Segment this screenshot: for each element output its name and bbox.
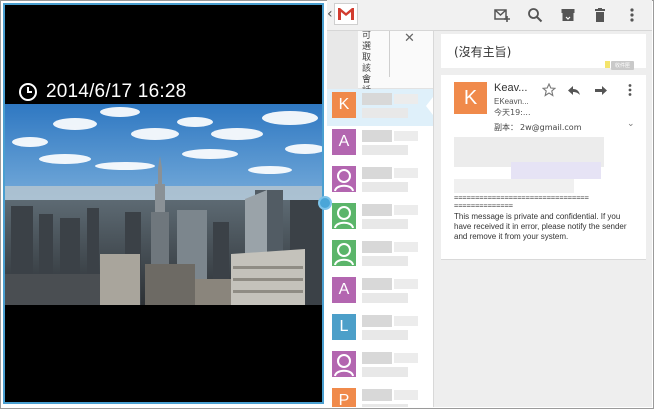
conversation-row[interactable] (327, 163, 433, 200)
redacted-preview-text (362, 278, 392, 290)
conversation-avatar[interactable] (332, 203, 356, 229)
tip-line: 取該 (362, 53, 372, 74)
redacted-preview-text (362, 108, 408, 118)
redacted-preview-text (362, 182, 408, 192)
person-icon (334, 243, 354, 266)
separator-line: ================================ (454, 194, 589, 202)
redacted-preview-text (394, 94, 418, 104)
redacted-preview-text (362, 352, 392, 364)
reply-icon[interactable] (567, 83, 581, 97)
tip-strip (327, 31, 358, 89)
photo-timestamp-row: 2014/6/17 16:28 (18, 81, 186, 103)
importance-marker (605, 61, 610, 68)
overflow-menu-icon[interactable] (624, 7, 640, 23)
conversation-row[interactable]: P (327, 385, 433, 407)
photo-viewer-pane[interactable]: 2014/6/17 16:28 (3, 3, 324, 404)
conversation-row[interactable] (327, 200, 433, 237)
conversation-row[interactable]: A (327, 126, 433, 163)
person-icon (334, 206, 354, 229)
cc-label: 副本： (494, 123, 518, 132)
star-icon[interactable] (542, 83, 556, 97)
cc-line: 副本： 2w@gmail.com (494, 122, 581, 133)
redacted-preview-text (362, 367, 408, 377)
redacted-preview-text (394, 353, 418, 363)
compose-icon[interactable] (494, 7, 510, 23)
redacted-body-text (511, 162, 601, 179)
forward-icon[interactable] (594, 83, 608, 97)
sender-name: Keav... (494, 82, 528, 94)
selected-indicator (426, 97, 433, 115)
chevron-left-icon[interactable]: ‹ (327, 6, 333, 22)
redacted-preview-text (362, 167, 392, 179)
conversation-row[interactable]: K (327, 89, 433, 126)
redacted-preview-text (362, 293, 408, 303)
redacted-preview-text (394, 316, 418, 326)
disclaimer-text: This message is private and confidential… (454, 212, 627, 241)
redacted-preview-text (394, 168, 418, 178)
conversation-avatar[interactable]: A (332, 129, 356, 155)
sender-email: EKeavn... (494, 97, 529, 106)
redacted-preview-text (362, 93, 392, 105)
redacted-preview-text (362, 256, 408, 266)
message-subject: (沒有主旨) (454, 45, 512, 59)
split-view-handle[interactable] (318, 196, 332, 210)
conversation-row[interactable] (327, 237, 433, 274)
redacted-preview-text (362, 389, 392, 401)
person-icon (334, 354, 354, 377)
conversation-avatar[interactable]: A (332, 277, 356, 303)
conversation-avatar[interactable]: P (332, 388, 356, 407)
conversation-row[interactable]: A (327, 274, 433, 311)
gmail-logo-icon[interactable] (334, 3, 358, 25)
subject-card: (沒有主旨) 收件匣 (441, 34, 646, 70)
conversation-avatar[interactable] (332, 166, 356, 192)
conversation-row[interactable] (327, 348, 433, 385)
conversation-avatar[interactable]: L (332, 314, 356, 340)
photo-timestamp: 2014/6/17 16:28 (46, 81, 187, 102)
close-icon[interactable]: ✕ (404, 31, 415, 46)
message-overflow-icon[interactable] (623, 83, 637, 97)
archive-icon[interactable] (560, 7, 576, 23)
redacted-preview-text (362, 219, 408, 229)
redacted-preview-text (394, 242, 418, 252)
message-card: K Keav... EKeavn... 今天19:... 副本： 2w@gmai… (441, 75, 646, 260)
redacted-preview-text (362, 315, 392, 327)
sent-time: 今天19:... (494, 108, 531, 117)
chevron-down-icon[interactable]: ⌄ (627, 119, 635, 129)
search-icon[interactable] (527, 7, 543, 23)
conversation-avatar[interactable] (332, 351, 356, 377)
redacted-preview-text (394, 205, 418, 215)
conversation-list[interactable]: 可選 取該 會話 群 組。 ✕ KAALP (327, 31, 433, 407)
conversation-avatar[interactable]: K (332, 92, 356, 118)
conversation-row[interactable]: L (327, 311, 433, 348)
conversation-avatar[interactable] (332, 240, 356, 266)
divider (389, 31, 390, 77)
redacted-body-text (454, 179, 574, 193)
redacted-preview-text (394, 131, 418, 141)
cc-value: 2w@gmail.com (520, 123, 582, 132)
redacted-preview-text (362, 130, 392, 142)
redacted-preview-text (362, 330, 408, 340)
city-skyline-photo[interactable] (5, 104, 322, 305)
inbox-label-chip[interactable]: 收件匣 (611, 61, 635, 70)
redacted-preview-text (362, 404, 408, 407)
clock-icon (18, 82, 38, 102)
redacted-preview-text (362, 241, 392, 253)
person-icon (334, 169, 354, 192)
message-pane: (沒有主旨) 收件匣 K Keav... EKeavn... 今天19:... (433, 31, 652, 407)
separator-line: ============== (454, 202, 514, 210)
gmail-action-bar: ‹ (327, 0, 652, 31)
redacted-preview-text (394, 390, 418, 400)
delete-icon[interactable] (592, 7, 608, 23)
tip-line: 可選 (362, 31, 372, 52)
redacted-preview-text (362, 204, 392, 216)
redacted-preview-text (362, 145, 408, 155)
redacted-preview-text (394, 279, 418, 289)
selection-tip-card: 可選 取該 會話 群 組。 ✕ (327, 31, 433, 118)
sender-avatar[interactable]: K (454, 82, 487, 114)
